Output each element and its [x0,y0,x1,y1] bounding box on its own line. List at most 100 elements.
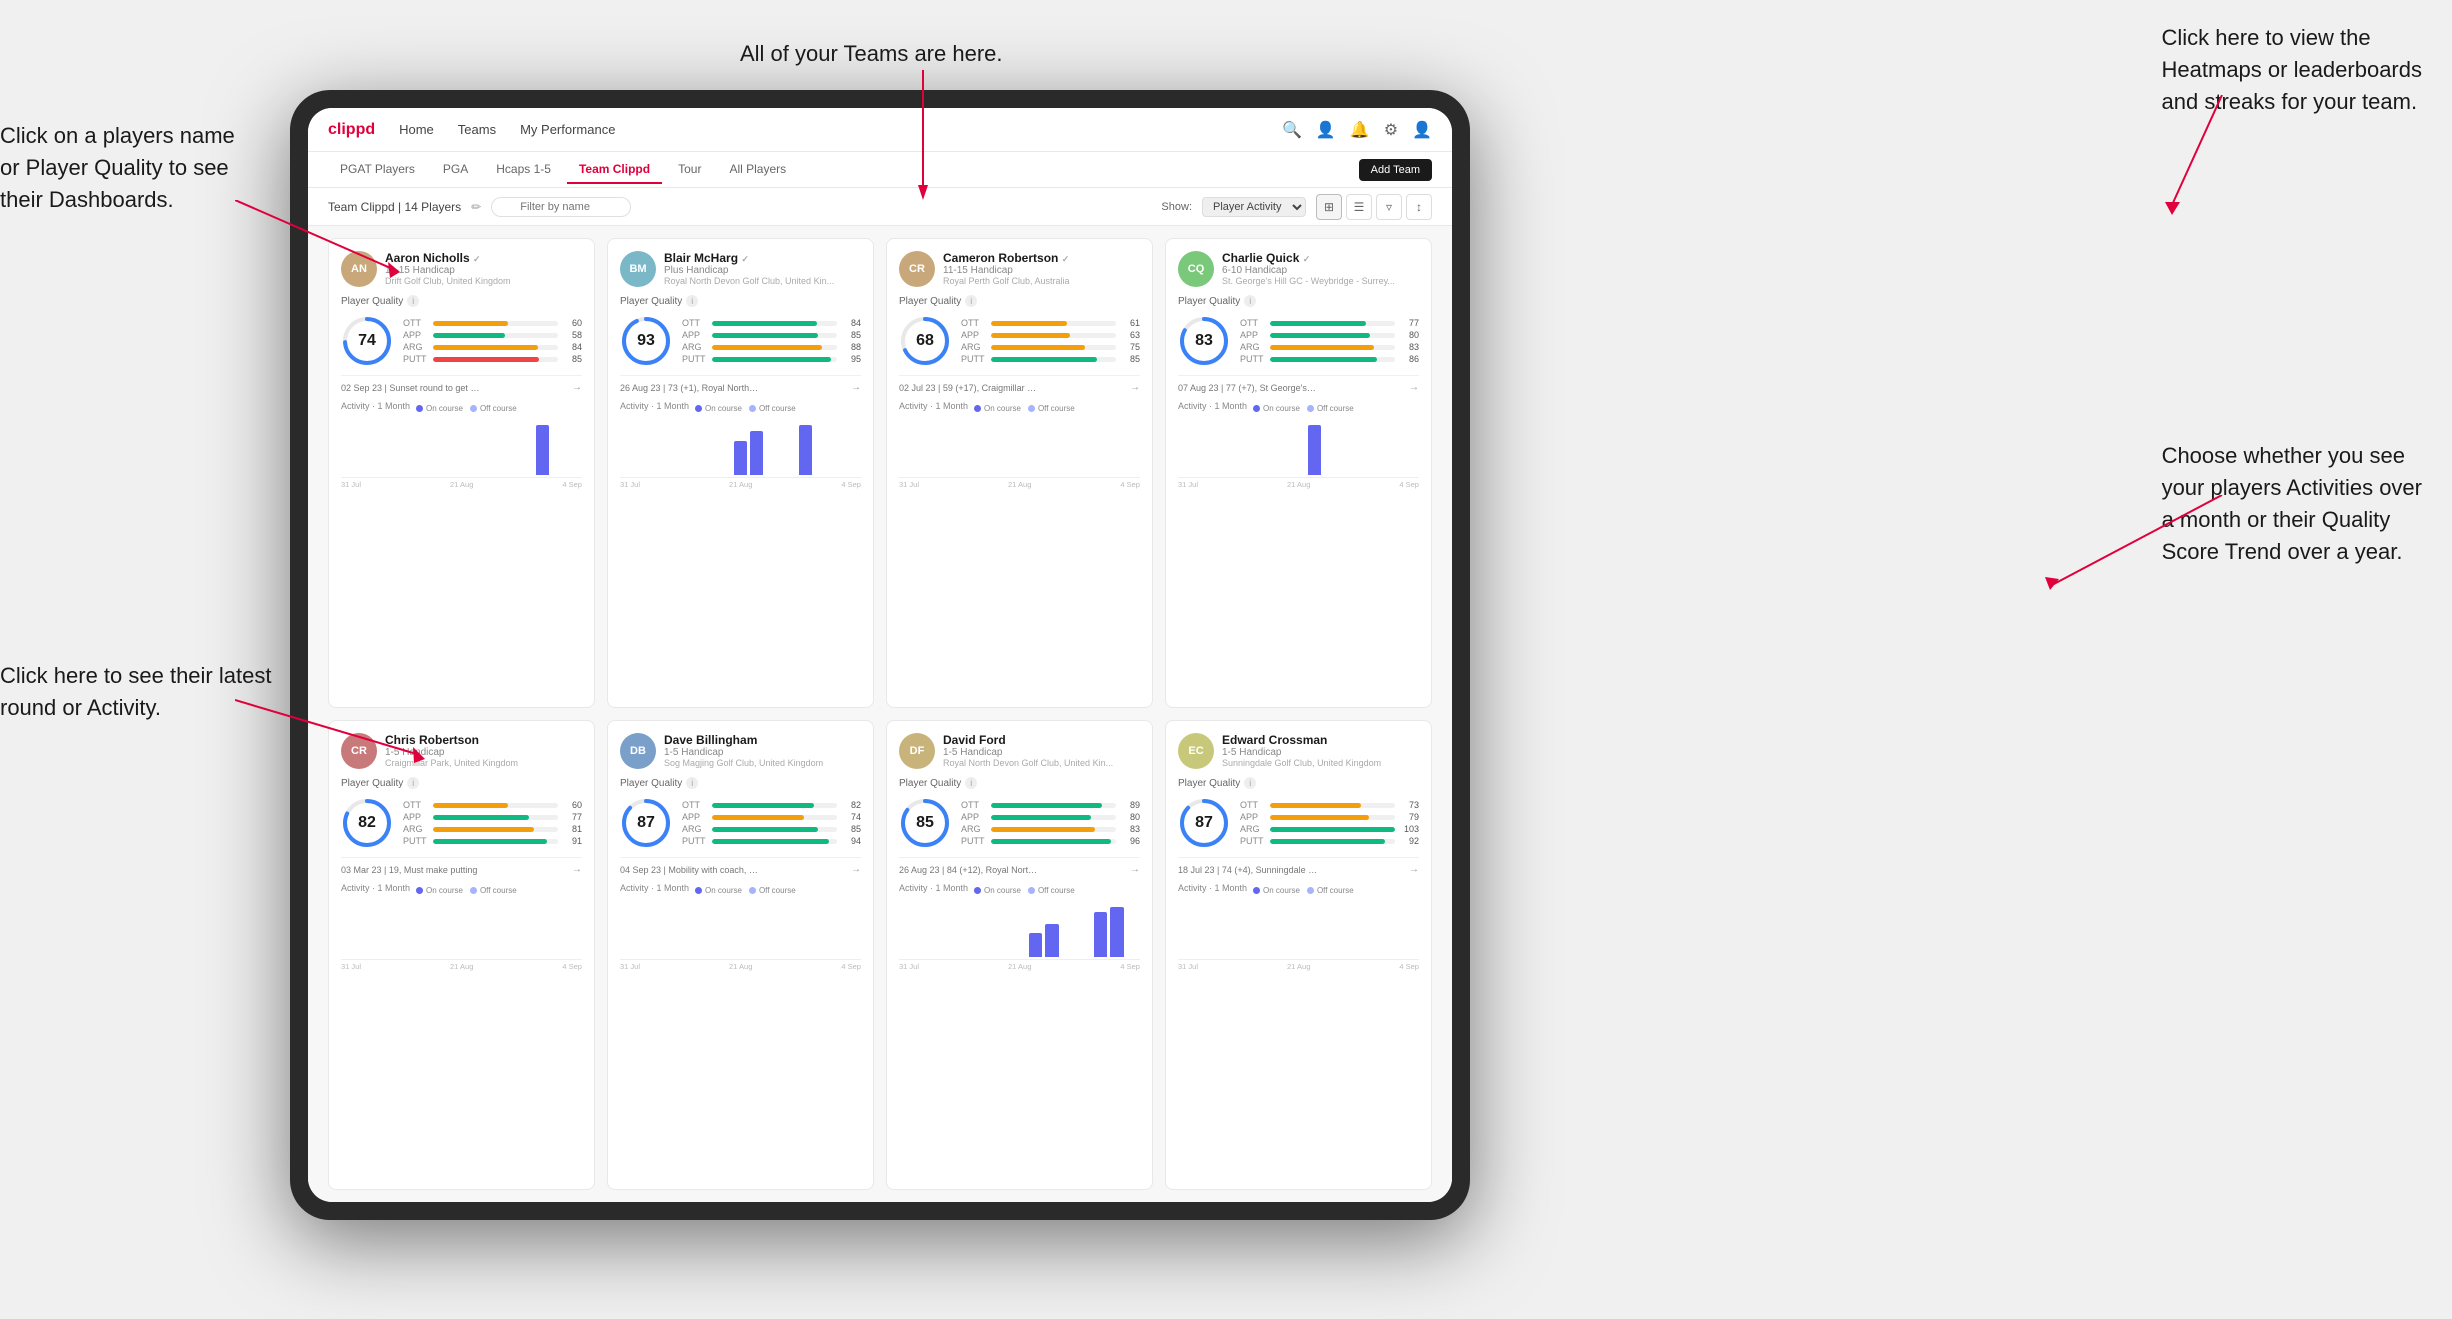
player-name[interactable]: David Ford [943,733,1140,747]
avatar-icon[interactable]: 👤 [1412,120,1432,140]
filter-wrap: 🔍 [491,197,631,217]
activity-section: Activity · 1 Month On course Off course … [899,401,1140,489]
player-card[interactable]: DB Dave Billingham 1-5 Handicap Sog Magj… [607,720,874,1190]
quality-info-icon[interactable]: i [686,295,698,307]
legend-on-course [416,405,423,412]
quality-circle[interactable]: 87 [620,797,672,849]
stat-bar-wrap [712,803,838,808]
sub-nav-team-clippd[interactable]: Team Clippd [567,156,662,184]
player-card[interactable]: CR Chris Robertson 1-5 Handicap Craigmil… [328,720,595,1190]
legend-on-course [974,887,981,894]
player-name[interactable]: Cameron Robertson ✓ [943,251,1140,265]
quality-info-icon[interactable]: i [407,777,419,789]
legend-off-course-text: Off course [1038,404,1075,413]
player-club: Royal North Devon Golf Club, United Kin.… [664,276,861,286]
stat-bar [1270,839,1385,844]
bell-icon[interactable]: 🔔 [1350,120,1370,140]
activity-label: Activity · 1 Month [620,883,689,893]
settings-icon[interactable]: ⚙ [1384,120,1398,140]
stat-label: ARG [403,824,427,834]
player-card[interactable]: CR Cameron Robertson ✓ 11-15 Handicap Ro… [886,238,1153,708]
sub-nav-pga[interactable]: PGA [431,156,480,184]
edit-icon[interactable]: ✏ [471,200,481,214]
player-name[interactable]: Charlie Quick ✓ [1222,251,1419,265]
player-name[interactable]: Dave Billingham [664,733,861,747]
player-card[interactable]: DF David Ford 1-5 Handicap Royal North D… [886,720,1153,1190]
quality-circle[interactable]: 85 [899,797,951,849]
stat-bar [991,827,1095,832]
quality-circle[interactable]: 82 [341,797,393,849]
stat-bar [1270,357,1378,362]
activity-section: Activity · 1 Month On course Off course … [1178,401,1419,489]
stat-bar-wrap [1270,827,1396,832]
stats-grid: OTT 84 APP 85 ARG 88 PUTT [682,318,861,364]
latest-round[interactable]: 26 Aug 23 | 84 (+12), Royal North Devon … [899,857,1140,875]
quality-circle[interactable]: 87 [1178,797,1230,849]
arrow-top-right [2032,95,2232,215]
quality-info-icon[interactable]: i [965,295,977,307]
add-team-button[interactable]: Add Team [1359,159,1432,181]
stat-value: 80 [1122,812,1140,822]
player-name[interactable]: Aaron Nicholls ✓ [385,251,582,265]
player-header: CR Cameron Robertson ✓ 11-15 Handicap Ro… [899,251,1140,287]
show-select[interactable]: Player Activity [1202,197,1306,217]
user-icon[interactable]: 👤 [1316,120,1336,140]
sub-nav-all-players[interactable]: All Players [717,156,798,184]
quality-circle[interactable]: 83 [1178,315,1230,367]
latest-round[interactable]: 04 Sep 23 | Mobility with coach, Gym → [620,857,861,875]
stat-bar-wrap [433,333,559,338]
grid-view-icon[interactable]: ⊞ [1316,194,1342,220]
quality-info-icon[interactable]: i [686,777,698,789]
chart-bar-item [1045,924,1058,957]
player-name[interactable]: Blair McHarg ✓ [664,251,861,265]
list-view-icon[interactable]: ☰ [1346,194,1372,220]
filter-input[interactable] [491,197,631,217]
stat-value: 85 [1122,354,1140,364]
latest-round[interactable]: 02 Jul 23 | 59 (+17), Craigmillar Park G… [899,375,1140,393]
latest-round[interactable]: 03 Mar 23 | 19, Must make putting → [341,857,582,875]
nav-home[interactable]: Home [399,122,434,137]
player-handicap: 11-15 Handicap [385,265,582,276]
quality-info-icon[interactable]: i [1244,295,1256,307]
player-card[interactable]: BM Blair McHarg ✓ Plus Handicap Royal No… [607,238,874,708]
quality-info-icon[interactable]: i [965,777,977,789]
stat-value: 79 [1401,812,1419,822]
player-header: BM Blair McHarg ✓ Plus Handicap Royal No… [620,251,861,287]
player-card[interactable]: EC Edward Crossman 1-5 Handicap Sunningd… [1165,720,1432,1190]
nav-my-performance[interactable]: My Performance [520,122,615,137]
player-card[interactable]: AN Aaron Nicholls ✓ 11-15 Handicap Drift… [328,238,595,708]
player-handicap: 1-5 Handicap [943,747,1140,758]
nav-logo[interactable]: clippd [328,121,375,139]
chart-labels: 31 Jul21 Aug4 Sep [620,480,861,489]
sort-view-icon[interactable]: ↕ [1406,194,1432,220]
player-card[interactable]: CQ Charlie Quick ✓ 6-10 Handicap St. Geo… [1165,238,1432,708]
stat-label: OTT [403,318,427,328]
filter-view-icon[interactable]: ▿ [1376,194,1402,220]
sub-nav-hcaps[interactable]: Hcaps 1-5 [484,156,563,184]
activity-label: Activity · 1 Month [620,401,689,411]
nav-teams[interactable]: Teams [458,122,496,137]
player-name[interactable]: Edward Crossman [1222,733,1419,747]
quality-info-icon[interactable]: i [1244,777,1256,789]
quality-circle[interactable]: 68 [899,315,951,367]
chart-bar-item [1029,933,1042,957]
quality-circle[interactable]: 74 [341,315,393,367]
quality-body: 68 OTT 61 APP 63 ARG 7 [899,315,1140,367]
stat-label: APP [1240,330,1264,340]
search-icon[interactable]: 🔍 [1282,120,1302,140]
latest-round[interactable]: 26 Aug 23 | 73 (+1), Royal North Devon G… [620,375,861,393]
chart-bar-item [750,431,763,475]
sub-nav-tour[interactable]: Tour [666,156,713,184]
stat-bar-wrap [433,839,559,844]
stat-label: PUTT [682,354,706,364]
stat-bar [433,345,538,350]
quality-info-icon[interactable]: i [407,295,419,307]
latest-round[interactable]: 02 Sep 23 | Sunset round to get back int… [341,375,582,393]
stats-grid: OTT 60 APP 58 ARG 84 PUTT [403,318,582,364]
activity-label: Activity · 1 Month [341,883,410,893]
legend-off-course [470,405,477,412]
sub-nav-pgat[interactable]: PGAT Players [328,156,427,184]
quality-circle[interactable]: 93 [620,315,672,367]
latest-round[interactable]: 07 Aug 23 | 77 (+7), St George's Hill GC… [1178,375,1419,393]
latest-round[interactable]: 18 Jul 23 | 74 (+4), Sunningdale GC - Ol… [1178,857,1419,875]
